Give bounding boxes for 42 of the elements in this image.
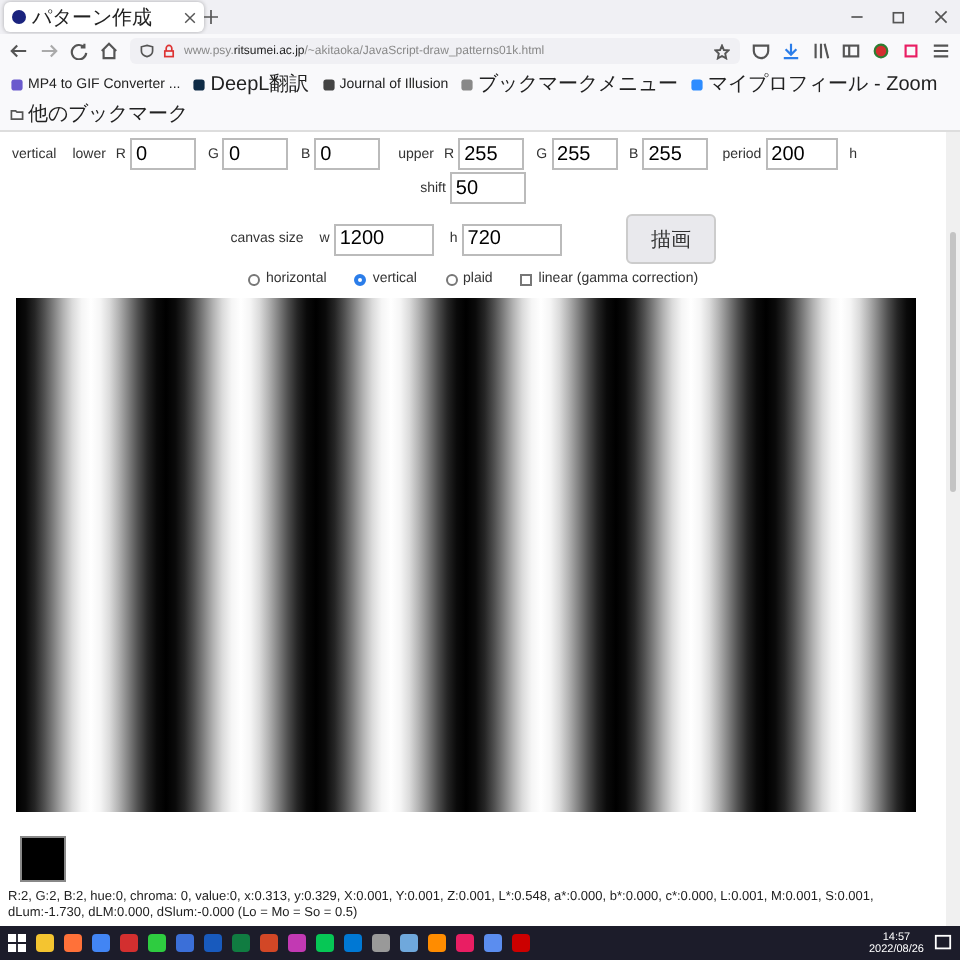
menu-icon[interactable] (932, 42, 950, 60)
bookmark-item[interactable]: ブックマークメニュー (460, 70, 679, 98)
star-icon[interactable] (714, 43, 730, 59)
bookmark-icon (192, 77, 207, 91)
close-icon[interactable] (934, 10, 948, 24)
number-field[interactable]: 50 (449, 172, 526, 204)
library-icon[interactable] (812, 42, 830, 60)
reload-icon[interactable] (70, 42, 88, 60)
minimize-icon[interactable] (850, 10, 864, 24)
number-field[interactable]: 1200 (333, 223, 434, 255)
close-icon[interactable] (184, 11, 196, 23)
number-field[interactable]: 255 (642, 138, 709, 170)
number-field[interactable]: 0 (314, 138, 381, 170)
folder-icon[interactable] (10, 107, 24, 121)
windows-icon[interactable] (8, 934, 26, 952)
bookmark-icon (10, 77, 24, 91)
bookmark-item[interactable]: DeepL翻訳 (192, 70, 310, 98)
bookmark-icon (321, 77, 336, 91)
number-field[interactable]: 720 (461, 223, 562, 255)
bookmark-icon (690, 77, 705, 91)
lock-icon[interactable] (162, 44, 176, 58)
number-field[interactable]: 0 (129, 138, 196, 170)
bookmark-icon (460, 77, 475, 91)
number-field[interactable]: 200 (765, 138, 838, 170)
number-field[interactable]: 255 (458, 138, 525, 170)
plus-icon[interactable] (204, 10, 218, 24)
number-field[interactable]: 0 (222, 138, 289, 170)
home-icon[interactable] (100, 42, 118, 60)
draw-button[interactable]: 描画 (625, 214, 716, 264)
shield-icon[interactable] (140, 44, 154, 58)
scrollbar[interactable] (946, 132, 960, 926)
sidebar-icon[interactable] (842, 42, 860, 60)
browser-tab[interactable]: パターン作成 (4, 2, 204, 32)
download-icon[interactable] (782, 42, 800, 60)
back-icon[interactable] (10, 42, 28, 60)
site-icon (12, 10, 26, 24)
number-field[interactable]: 255 (551, 138, 618, 170)
bookmark-item[interactable]: マイプロフィール - Zoom (690, 70, 938, 98)
notification-icon[interactable] (934, 934, 952, 952)
color-swatch (20, 836, 66, 882)
restore-icon[interactable] (892, 10, 906, 24)
other-bookmarks[interactable]: 他のブックマーク (10, 100, 188, 128)
